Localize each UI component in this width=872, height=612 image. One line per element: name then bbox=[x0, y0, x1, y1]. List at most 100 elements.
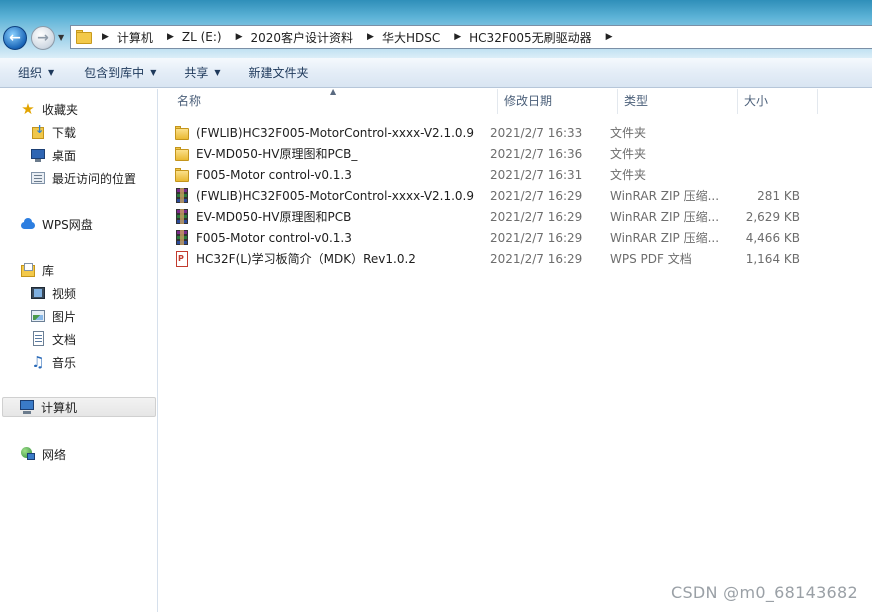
file-size: 2,629 KB bbox=[745, 209, 800, 224]
folder-icon bbox=[174, 167, 190, 183]
library-icon bbox=[20, 262, 36, 278]
back-button[interactable]: ← bbox=[3, 26, 27, 50]
file-size: 4,466 KB bbox=[745, 230, 800, 245]
sidebar-item-label: 视频 bbox=[52, 286, 77, 301]
table-row[interactable]: F005-Motor control-v0.1.3 2021/2/7 16:31… bbox=[174, 164, 800, 185]
organize-label: 组织 bbox=[18, 66, 43, 80]
column-header-size[interactable]: 大小 bbox=[738, 89, 818, 114]
file-name[interactable]: F005-Motor control-v0.1.3 bbox=[196, 168, 352, 182]
table-row[interactable]: (FWLIB)HC32F005-MotorControl-xxxx-V2.1.0… bbox=[174, 122, 800, 143]
share-label: 共享 bbox=[184, 66, 209, 80]
rar-archive-icon bbox=[174, 187, 190, 204]
file-size: 1,164 KB bbox=[745, 251, 800, 266]
breadcrumb-item-folder[interactable]: 2020客户设计资料 bbox=[245, 26, 360, 48]
new-folder-button[interactable]: 新建文件夹 bbox=[241, 62, 317, 84]
folder-icon bbox=[76, 30, 94, 44]
sidebar-item-label: 库 bbox=[42, 263, 55, 278]
sidebar-item-wps-drive[interactable]: WPS网盘 bbox=[20, 214, 93, 234]
star-icon: ★ bbox=[21, 100, 35, 118]
forward-button[interactable]: → bbox=[31, 26, 55, 50]
breadcrumb-separator-icon[interactable]: ▶ bbox=[598, 32, 615, 42]
sidebar-item-label: 文档 bbox=[52, 332, 77, 347]
breadcrumb-separator-icon[interactable]: ▶ bbox=[159, 32, 176, 42]
file-date: 2021/2/7 16:29 bbox=[490, 209, 583, 224]
include-in-library-button[interactable]: 包含到库中 ▼ bbox=[76, 62, 164, 84]
file-type: 文件夹 bbox=[610, 126, 647, 140]
folder-icon bbox=[174, 125, 190, 141]
sidebar-item-favorites[interactable]: ★ 收藏夹 bbox=[20, 99, 78, 119]
column-header-name[interactable]: 名称 bbox=[160, 89, 498, 114]
file-date: 2021/2/7 16:33 bbox=[490, 125, 583, 140]
recent-pages-dropdown-icon[interactable]: ▼ bbox=[58, 33, 64, 42]
organize-button[interactable]: 组织 ▼ bbox=[10, 62, 62, 84]
breadcrumb-separator-icon[interactable]: ▶ bbox=[94, 32, 111, 42]
include-in-library-label: 包含到库中 bbox=[84, 66, 145, 80]
share-button[interactable]: 共享 ▼ bbox=[176, 62, 228, 84]
column-header-date[interactable]: 修改日期 bbox=[498, 89, 618, 114]
breadcrumb-separator-icon[interactable]: ▶ bbox=[359, 32, 376, 42]
picture-icon bbox=[30, 308, 46, 324]
chevron-down-icon: ▼ bbox=[214, 68, 221, 77]
file-type: 文件夹 bbox=[610, 147, 647, 161]
sidebar-item-label: 计算机 bbox=[41, 400, 78, 415]
sidebar-item-label: 音乐 bbox=[52, 355, 77, 370]
rar-archive-icon bbox=[174, 208, 190, 225]
sidebar-item-computer[interactable]: 计算机 bbox=[2, 397, 156, 417]
file-name[interactable]: HC32F(L)学习板简介（MDK）Rev1.0.2 bbox=[196, 250, 416, 267]
file-name[interactable]: F005-Motor control-v0.1.3 bbox=[196, 231, 352, 245]
sort-ascending-icon: ▲ bbox=[330, 87, 337, 96]
breadcrumb-item-drive[interactable]: ZL (E:) bbox=[176, 26, 228, 48]
breadcrumb-separator-icon[interactable]: ▶ bbox=[228, 32, 245, 42]
file-type: WPS PDF 文档 bbox=[610, 252, 692, 266]
sidebar-item-label: 桌面 bbox=[52, 148, 77, 163]
sidebar-item-pictures[interactable]: 图片 bbox=[30, 306, 76, 326]
sidebar-item-documents[interactable]: 文档 bbox=[30, 329, 76, 349]
document-icon bbox=[30, 331, 46, 347]
table-row[interactable]: EV-MD050-HV原理图和PCB 2021/2/7 16:29 WinRAR… bbox=[174, 206, 800, 227]
network-icon bbox=[20, 446, 36, 462]
sidebar-item-network[interactable]: 网络 bbox=[20, 444, 66, 464]
cloud-icon bbox=[20, 216, 36, 232]
sidebar-item-label: 下载 bbox=[52, 125, 77, 140]
sidebar-item-label: 图片 bbox=[52, 309, 77, 324]
video-icon bbox=[30, 285, 46, 301]
file-name[interactable]: (FWLIB)HC32F005-MotorControl-xxxx-V2.1.0… bbox=[196, 126, 474, 140]
sidebar-item-desktop[interactable]: 桌面 bbox=[30, 145, 76, 165]
chevron-down-icon: ▼ bbox=[150, 68, 157, 77]
table-row[interactable]: (FWLIB)HC32F005-MotorControl-xxxx-V2.1.0… bbox=[174, 185, 800, 206]
sidebar-item-recent[interactable]: 最近访问的位置 bbox=[30, 168, 136, 188]
sidebar-item-videos[interactable]: 视频 bbox=[30, 283, 76, 303]
file-type: WinRAR ZIP 压缩... bbox=[610, 210, 720, 224]
file-date: 2021/2/7 16:36 bbox=[490, 146, 583, 161]
breadcrumb-separator-icon[interactable]: ▶ bbox=[446, 32, 463, 42]
breadcrumb-item-current[interactable]: HC32F005无刷驱动器 bbox=[463, 26, 597, 48]
sidebar-item-label: 最近访问的位置 bbox=[52, 171, 137, 186]
breadcrumb-item-computer[interactable]: 计算机 bbox=[111, 26, 159, 48]
column-header-row: ▲ 名称 修改日期 类型 大小 bbox=[160, 87, 872, 114]
download-folder-icon: ↓ bbox=[30, 124, 46, 140]
sidebar-item-music[interactable]: ♫ 音乐 bbox=[30, 352, 76, 372]
breadcrumb-item-folder[interactable]: 华大HDSC bbox=[376, 26, 446, 48]
chevron-down-icon: ▼ bbox=[48, 68, 55, 77]
file-type: 文件夹 bbox=[610, 168, 647, 182]
recent-places-icon bbox=[30, 170, 46, 186]
column-header-type[interactable]: 类型 bbox=[618, 89, 738, 114]
table-row[interactable]: P HC32F(L)学习板简介（MDK）Rev1.0.2 2021/2/7 16… bbox=[174, 248, 800, 269]
table-row[interactable]: EV-MD050-HV原理图和PCB_ 2021/2/7 16:36 文件夹 bbox=[174, 143, 800, 164]
sidebar-item-label: 收藏夹 bbox=[42, 102, 79, 117]
file-name[interactable]: EV-MD050-HV原理图和PCB_ bbox=[196, 145, 357, 162]
desktop-icon bbox=[30, 147, 46, 163]
breadcrumb[interactable]: ▶ 计算机 ▶ ZL (E:) ▶ 2020客户设计资料 ▶ 华大HDSC ▶ … bbox=[70, 25, 872, 49]
file-name[interactable]: EV-MD050-HV原理图和PCB bbox=[196, 208, 351, 225]
file-name[interactable]: (FWLIB)HC32F005-MotorControl-xxxx-V2.1.0… bbox=[196, 189, 474, 203]
table-row[interactable]: F005-Motor control-v0.1.3 2021/2/7 16:29… bbox=[174, 227, 800, 248]
navigation-pane: ★ 收藏夹 ↓ 下载 桌面 最近访问的位置 WPS网盘 库 视频 图片 文档 ♫… bbox=[0, 89, 158, 612]
file-list: ▲ 名称 修改日期 类型 大小 (FWLIB)HC32F005-MotorCon… bbox=[160, 87, 872, 612]
file-size: 281 KB bbox=[757, 188, 800, 203]
command-toolbar: 组织 ▼ 包含到库中 ▼ 共享 ▼ 新建文件夹 bbox=[0, 58, 872, 88]
file-date: 2021/2/7 16:29 bbox=[490, 188, 583, 203]
new-folder-label: 新建文件夹 bbox=[248, 66, 309, 80]
rar-archive-icon bbox=[174, 229, 190, 246]
sidebar-item-libraries[interactable]: 库 bbox=[20, 260, 54, 280]
sidebar-item-downloads[interactable]: ↓ 下载 bbox=[30, 122, 76, 142]
